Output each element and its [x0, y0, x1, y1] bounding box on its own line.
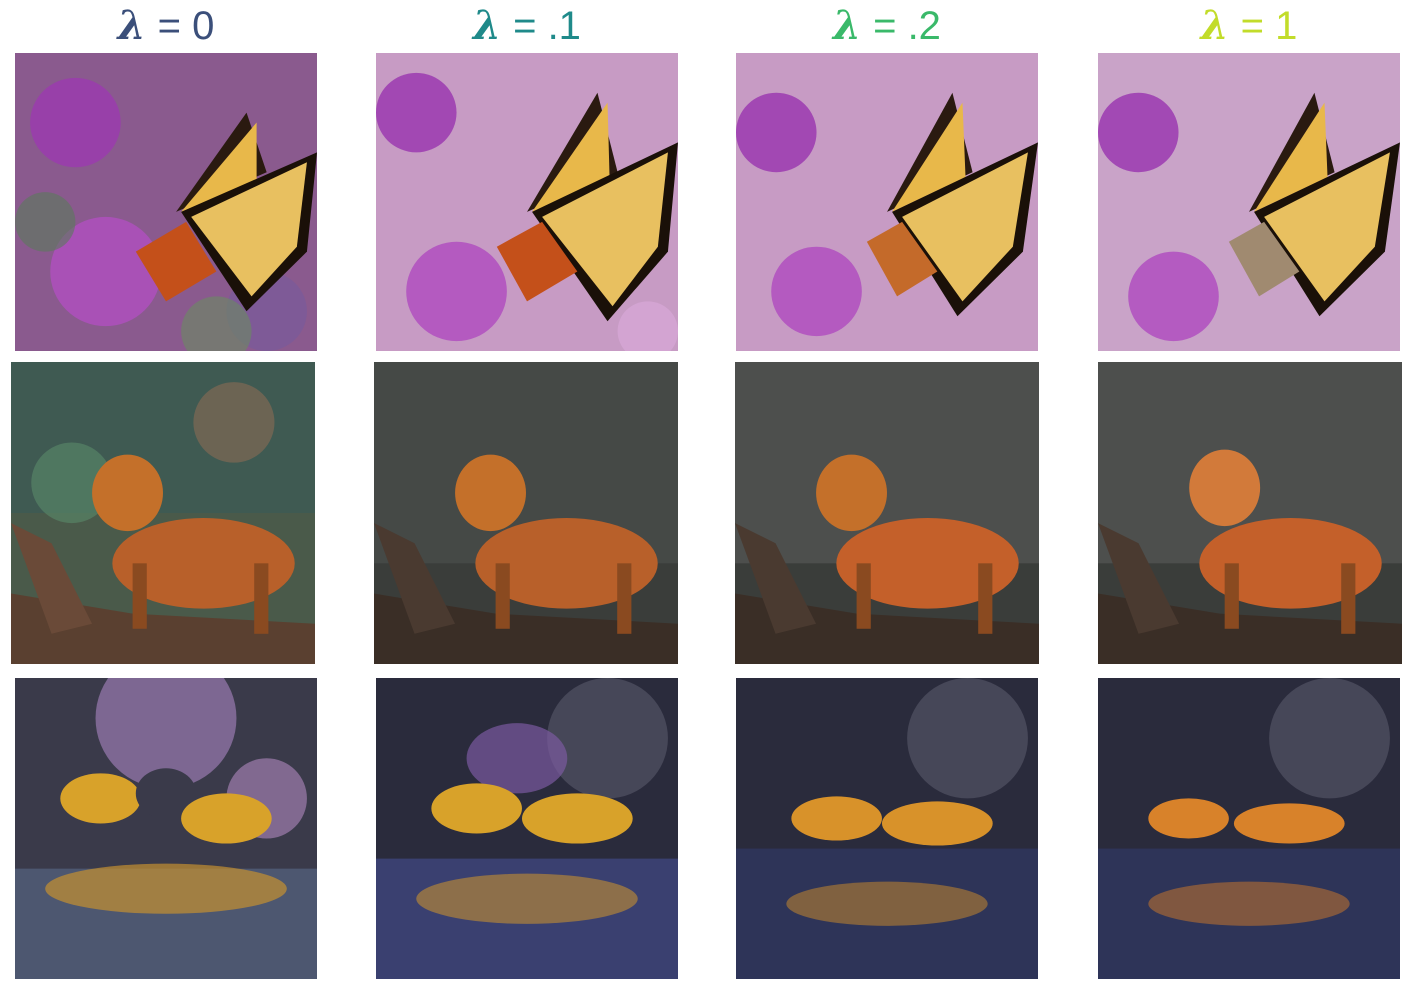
lambda-value: = 1	[1240, 4, 1298, 48]
image-tile-cat-lambda-0.1	[374, 362, 678, 664]
lambda-value: = .2	[873, 4, 941, 48]
image-tile-butterfly-lambda-0	[15, 53, 317, 351]
column-header-1: λ = .1	[376, 0, 678, 52]
image-tile-cat-lambda-0.2	[735, 362, 1039, 664]
image-tile-cat-lambda-0	[11, 362, 315, 664]
image-tile-butterfly-lambda-0.2	[736, 53, 1038, 351]
image-tile-insects-lambda-0.1	[376, 678, 678, 979]
lambda-symbol: λ	[1200, 2, 1229, 49]
column-header-0: λ = 0	[15, 0, 317, 52]
image-tile-insects-lambda-1	[1098, 678, 1400, 979]
image-tile-insects-lambda-0	[15, 678, 317, 979]
image-tile-butterfly-lambda-1	[1098, 53, 1400, 351]
column-header-2: λ = .2	[736, 0, 1038, 52]
lambda-value: = 0	[157, 4, 215, 48]
image-tile-butterfly-lambda-0.1	[376, 53, 678, 351]
image-tile-cat-lambda-1	[1098, 362, 1402, 664]
image-tile-insects-lambda-0.2	[736, 678, 1038, 979]
column-header-3: λ = 1	[1098, 0, 1400, 52]
lambda-value: = .1	[513, 4, 581, 48]
lambda-symbol: λ	[473, 2, 502, 49]
lambda-symbol: λ	[833, 2, 862, 49]
lambda-symbol: λ	[117, 2, 146, 49]
